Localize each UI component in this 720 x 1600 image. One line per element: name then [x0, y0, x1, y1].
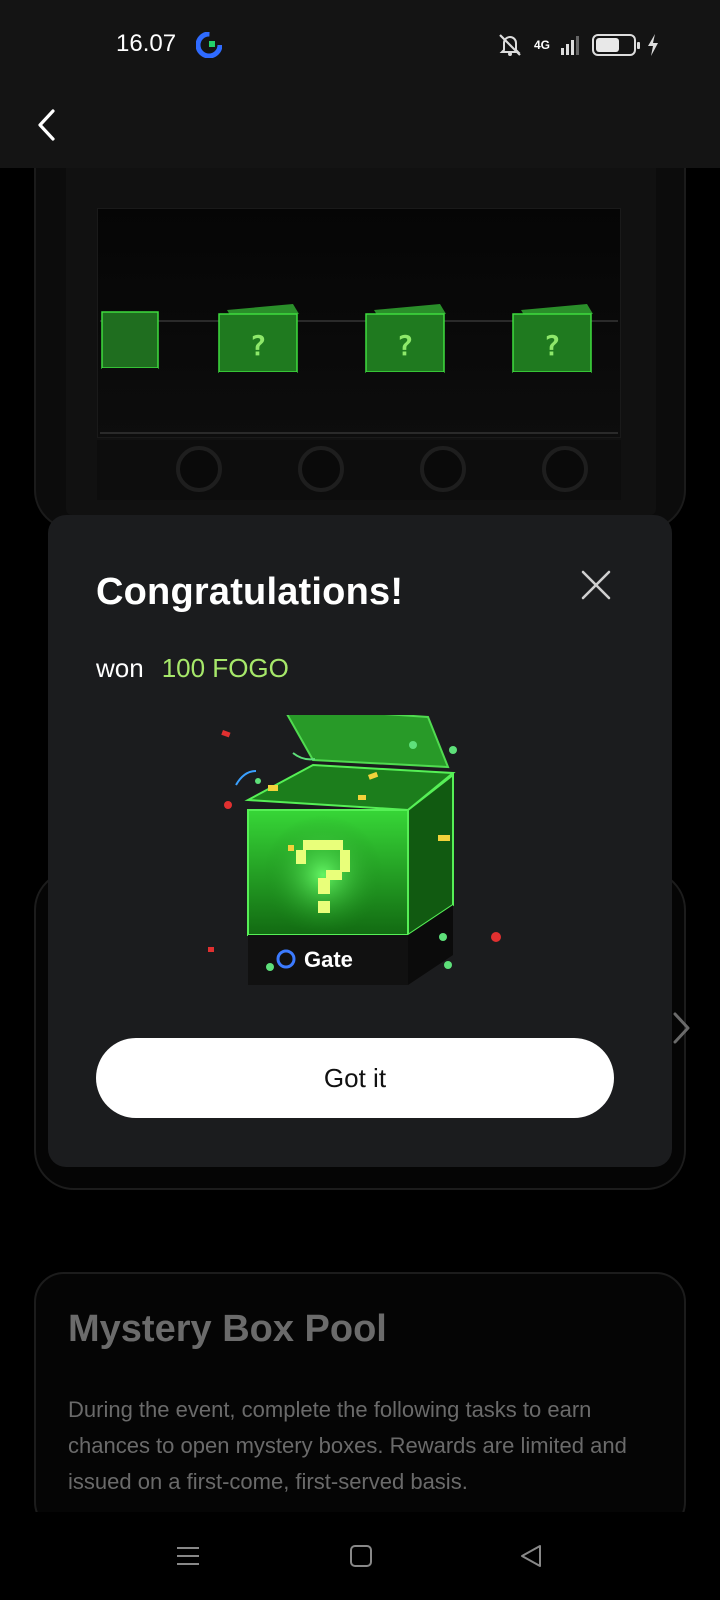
mystery-box-pool-card: Mystery Box Pool During the event, compl… — [34, 1272, 686, 1532]
mystery-box-icon: ? — [512, 304, 593, 388]
box-brand: Gate — [304, 947, 353, 972]
close-icon[interactable] — [578, 567, 614, 603]
back-button[interactable] — [22, 100, 72, 150]
menu-icon — [177, 1547, 199, 1565]
knob — [542, 446, 588, 492]
chevron-right-icon — [673, 1012, 690, 1044]
app-header — [0, 90, 720, 168]
svg-text:?: ? — [250, 329, 267, 362]
battery-icon — [592, 34, 640, 56]
knob — [176, 446, 222, 492]
menu-button[interactable] — [166, 1534, 210, 1578]
reward-modal: Congratulations! won 100 FOGO Gate Got i… — [48, 515, 672, 1167]
mystery-box-icon: ? — [218, 304, 299, 388]
home-icon — [350, 1545, 372, 1567]
network-label: 4G — [533, 38, 550, 52]
home-button[interactable] — [339, 1534, 383, 1578]
system-back-button[interactable] — [510, 1534, 554, 1578]
won-row: won 100 FOGO — [96, 653, 289, 684]
svg-text:?: ? — [544, 329, 561, 362]
battery-fill — [596, 38, 619, 52]
charging-icon — [648, 34, 658, 56]
status-icons: 4G — [496, 30, 660, 60]
mystery-box-icon: ? — [365, 304, 446, 388]
chevron-left-icon — [38, 109, 55, 141]
back-icon — [521, 1545, 541, 1567]
won-amount: 100 FOGO — [161, 653, 289, 683]
got-it-button[interactable]: Got it — [96, 1038, 614, 1118]
status-bar: 16.07 4G — [0, 0, 720, 90]
shelf-line — [100, 432, 618, 434]
signal-icon — [561, 36, 579, 55]
pool-description: During the event, complete the following… — [68, 1397, 627, 1494]
knob — [420, 446, 466, 492]
won-label: won — [96, 653, 144, 683]
svg-text:?: ? — [397, 329, 414, 362]
modal-title: Congratulations! — [96, 571, 404, 613]
gate-app-icon — [196, 32, 222, 58]
knob — [298, 446, 344, 492]
status-time: 16.07 — [116, 30, 177, 57]
mute-icon — [499, 34, 521, 56]
open-mystery-box-icon: Gate — [208, 715, 501, 985]
pool-title: Mystery Box Pool — [68, 1308, 387, 1350]
system-nav-bar — [0, 1512, 720, 1600]
mystery-box-icon — [101, 311, 159, 382]
